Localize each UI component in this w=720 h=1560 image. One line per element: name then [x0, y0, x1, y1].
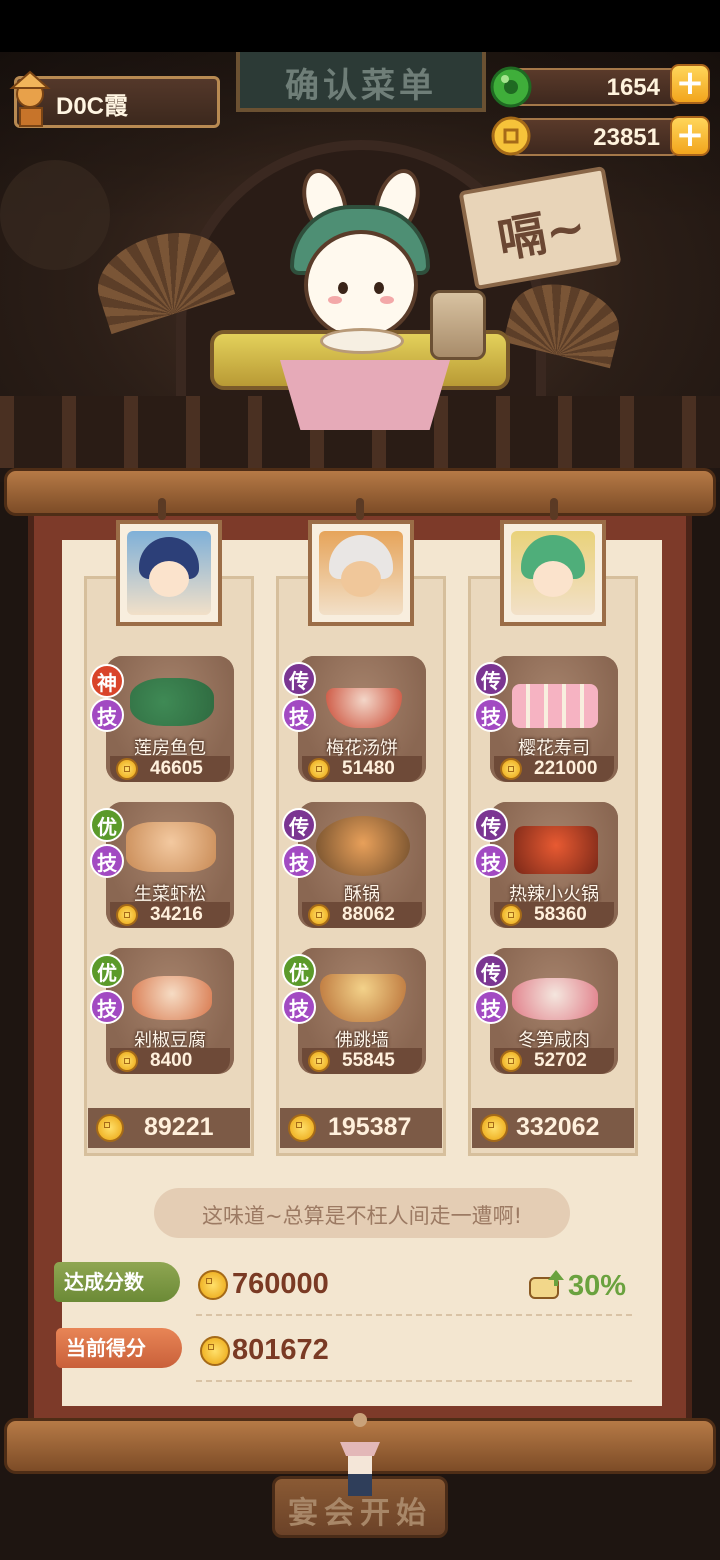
skill-badge: 技 — [474, 698, 508, 732]
dish-card[interactable]: 樱花寿司 221000 — [490, 656, 618, 782]
add-jade-button[interactable]: + — [670, 64, 710, 104]
divider — [196, 1314, 632, 1316]
add-coin-button[interactable]: + — [670, 116, 710, 156]
coin-icon — [198, 1270, 228, 1300]
chef-statue-icon — [9, 70, 51, 127]
tier-badge: 传 — [474, 662, 508, 696]
dish-card[interactable]: 莲房鱼包 46605 — [106, 656, 234, 782]
skill-badge: 技 — [90, 990, 124, 1024]
dish-image — [512, 978, 598, 1020]
coin-value: 23851 — [593, 124, 660, 151]
tassel-icon — [340, 1413, 380, 1496]
coin-icon — [500, 758, 522, 780]
stacked-bowls-icon — [430, 290, 486, 360]
dish-price: 221000 — [534, 758, 598, 779]
coin-icon — [116, 904, 138, 926]
coin-icon — [480, 1114, 508, 1142]
dish-image — [126, 822, 216, 872]
dish-card[interactable]: 剁椒豆腐 8400 — [106, 948, 234, 1074]
coin-icon — [308, 758, 330, 780]
tier-badge: 优 — [90, 954, 124, 988]
plate-icon — [320, 328, 404, 354]
dish-image — [316, 816, 410, 876]
dish-card[interactable]: 佛跳墙 55845 — [298, 948, 426, 1074]
chef-blue-hair-portrait — [127, 531, 211, 615]
dish-image — [514, 826, 598, 874]
coin-icon — [200, 1336, 230, 1366]
chef-white-hair-portrait — [319, 531, 403, 615]
wall-clock-decor — [0, 160, 110, 270]
current-score-value: 801672 — [232, 1334, 329, 1366]
bunny-chef-character — [304, 230, 418, 340]
tier-badge: 优 — [90, 808, 124, 842]
skill-badge: 技 — [282, 844, 316, 878]
coin-icon — [308, 1050, 330, 1072]
skill-badge: 技 — [282, 990, 316, 1024]
tier-badge: 传 — [474, 808, 508, 842]
chef-green-hair-portrait — [511, 531, 595, 615]
dish-image — [130, 678, 214, 726]
tablecloth-decor — [280, 360, 450, 430]
column-total: 195387 — [328, 1113, 412, 1141]
jade-icon — [490, 66, 532, 108]
bonus-chest-icon — [529, 1270, 564, 1299]
chef-portrait-frame-2[interactable] — [308, 520, 414, 626]
coin-icon — [116, 758, 138, 780]
target-score-label: 达成分数 — [54, 1262, 180, 1302]
coin-icon — [500, 904, 522, 926]
dish-image — [512, 684, 598, 728]
dish-price: 34216 — [150, 904, 203, 925]
skill-badge: 技 — [474, 844, 508, 878]
player-name: D0C霞 — [56, 93, 129, 120]
hanging-pin — [550, 498, 558, 520]
tier-badge: 传 — [282, 662, 316, 696]
dish-price: 55845 — [342, 1050, 395, 1071]
tier-badge: 传 — [474, 954, 508, 988]
chef-portrait-frame-3[interactable] — [500, 520, 606, 626]
coin-icon — [308, 904, 330, 926]
dish-price: 58360 — [534, 904, 587, 925]
jade-value: 1654 — [606, 74, 660, 101]
dish-price: 52702 — [534, 1050, 587, 1071]
dish-card[interactable]: 梅花汤饼 51480 — [298, 656, 426, 782]
status-bar — [0, 0, 720, 52]
column-total: 332062 — [516, 1113, 600, 1141]
coin-icon — [500, 1050, 522, 1072]
dish-card[interactable]: 冬笋咸肉 52702 — [490, 948, 618, 1074]
hanging-pin — [158, 498, 166, 520]
divider — [196, 1380, 632, 1382]
dish-image — [132, 976, 212, 1020]
dish-price: 8400 — [150, 1050, 193, 1071]
dish-price: 51480 — [342, 758, 395, 779]
skill-badge: 技 — [90, 844, 124, 878]
skill-badge: 技 — [474, 990, 508, 1024]
tier-badge: 神 — [90, 664, 124, 698]
dish-card[interactable]: 生菜虾松 34216 — [106, 802, 234, 928]
current-score-label: 当前得分 — [56, 1328, 182, 1368]
hanging-pin — [356, 498, 364, 520]
quote-text: 这味道~总算是不枉人间走一遭啊! — [201, 1204, 522, 1228]
skill-badge: 技 — [282, 698, 316, 732]
dish-card[interactable]: 热辣小火锅 58360 — [490, 802, 618, 928]
tier-badge: 优 — [282, 954, 316, 988]
sign-title: 确认菜单 — [285, 66, 437, 106]
coin-icon — [491, 116, 531, 156]
coin-icon — [116, 1050, 138, 1072]
bonus-percent: 30% — [568, 1270, 627, 1302]
dish-card[interactable]: 酥锅 88062 — [298, 802, 426, 928]
dish-price: 46605 — [150, 758, 203, 779]
coin-icon — [288, 1114, 316, 1142]
column-total: 89221 — [144, 1113, 214, 1141]
coin-icon — [96, 1114, 124, 1142]
tier-badge: 传 — [282, 808, 316, 842]
skill-badge: 技 — [90, 698, 124, 732]
chef-portrait-frame-1[interactable] — [116, 520, 222, 626]
target-score-value: 760000 — [232, 1268, 329, 1300]
dish-price: 88062 — [342, 904, 395, 925]
